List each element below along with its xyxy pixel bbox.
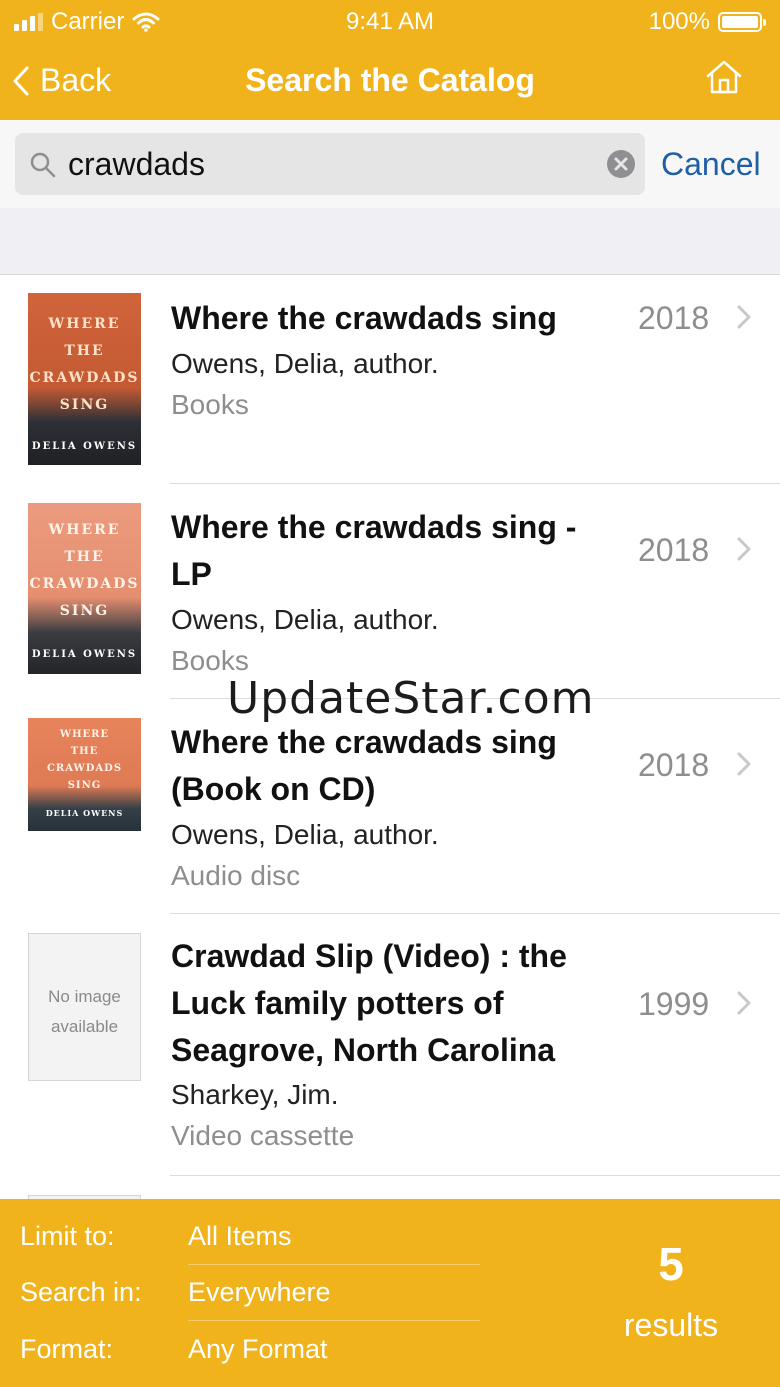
- filter-value: All Items: [188, 1221, 292, 1251]
- search-in-filter[interactable]: Search in: Everywhere: [0, 1265, 480, 1321]
- result-row[interactable]: WHERE THE CRAWDADS SING DELIA OWENS Wher…: [0, 484, 780, 699]
- clear-search-icon[interactable]: [607, 150, 635, 178]
- result-row[interactable]: WHERE THE CRAWDADS SING DELIA OWENS Wher…: [0, 275, 780, 484]
- cover-text: SING: [59, 603, 110, 619]
- results-list: WHERE THE CRAWDADS SING DELIA OWENS Wher…: [0, 275, 780, 1200]
- search-field[interactable]: [15, 133, 645, 195]
- filter-footer: Limit to: All Items Search in: Everywher…: [0, 1199, 780, 1387]
- cover-text: SING: [67, 780, 102, 791]
- result-format: Books: [171, 389, 249, 420]
- result-author: Owens, Delia, author.: [171, 819, 439, 850]
- home-button[interactable]: [706, 60, 742, 99]
- result-author: Sharkey, Jim.: [171, 1079, 339, 1110]
- status-right: 100%: [648, 8, 766, 36]
- result-year: 2018: [638, 532, 710, 568]
- result-format: Books: [171, 645, 249, 676]
- filter-label: Format:: [20, 1334, 114, 1364]
- status-bar: Carrier 9:41 AM 100%: [0, 0, 780, 42]
- no-image-text: available: [50, 1017, 119, 1036]
- chevron-right-icon: [737, 305, 751, 329]
- back-button[interactable]: Back: [12, 62, 111, 99]
- book-cover-image: WHERE THE CRAWDADS SING DELIA OWENS: [28, 718, 141, 831]
- nav-bar: Back Search the Catalog: [0, 42, 780, 120]
- cover-text: WHERE: [48, 316, 121, 332]
- result-row-partial[interactable]: [0, 1176, 780, 1200]
- result-row[interactable]: WHERE THE CRAWDADS SING DELIA OWENS Wher…: [0, 699, 780, 914]
- book-cover-image: WHERE THE CRAWDADS SING DELIA OWENS: [28, 293, 141, 465]
- cover-text: CRAWDADS: [29, 576, 140, 592]
- chevron-left-icon: [13, 66, 29, 95]
- filter-value: Everywhere: [188, 1277, 331, 1307]
- battery-percent: 100%: [648, 8, 710, 35]
- result-format: Video cassette: [171, 1120, 355, 1151]
- limit-to-filter[interactable]: Limit to: All Items: [0, 1209, 480, 1265]
- page-title: Search the Catalog: [245, 62, 535, 98]
- result-author: Owens, Delia, author.: [171, 604, 439, 635]
- cover-author: DELIA OWENS: [31, 649, 138, 660]
- result-year: 2018: [638, 747, 710, 783]
- filter-value: Any Format: [188, 1334, 328, 1364]
- cover-text: CRAWDADS: [29, 370, 140, 386]
- chevron-right-icon: [737, 991, 751, 1015]
- result-title: Where the crawdads sing - LP: [171, 509, 577, 592]
- no-image-text: No image: [48, 987, 121, 1006]
- result-author: Owens, Delia, author.: [171, 348, 439, 379]
- results-count-label: results: [623, 1307, 719, 1343]
- cover-author: DELIA OWENS: [45, 808, 124, 818]
- cover-text: THE: [64, 549, 105, 565]
- cover-text: SING: [59, 397, 110, 413]
- result-title: Where the crawdads sing (Book on CD): [171, 724, 557, 807]
- filter-label: Search in:: [20, 1277, 142, 1307]
- cover-author: DELIA OWENS: [31, 441, 138, 452]
- result-title: Crawdad Slip (Video) : the Luck family p…: [171, 938, 567, 1068]
- cover-text: THE: [70, 746, 99, 757]
- search-input[interactable]: [68, 139, 588, 189]
- result-title: Where the crawdads sing: [171, 300, 557, 336]
- chevron-right-icon: [737, 752, 751, 776]
- back-label: Back: [40, 62, 112, 98]
- result-format: Audio disc: [171, 860, 301, 891]
- home-icon: [706, 60, 742, 94]
- cover-text: CRAWDADS: [46, 763, 123, 774]
- book-cover-image: WHERE THE CRAWDADS SING DELIA OWENS: [28, 503, 141, 674]
- filter-label: Limit to:: [20, 1221, 115, 1251]
- search-bar: Cancel: [0, 120, 780, 209]
- battery-icon: [718, 12, 766, 32]
- results-count: 5: [658, 1238, 684, 1290]
- search-icon: [30, 152, 56, 178]
- cover-text: WHERE: [48, 522, 121, 538]
- cancel-button[interactable]: Cancel: [661, 146, 761, 183]
- filter-divider: [188, 1320, 480, 1321]
- format-filter[interactable]: Format: Any Format: [0, 1322, 480, 1378]
- cover-text: THE: [64, 343, 105, 359]
- list-header-spacer: [0, 208, 780, 275]
- cover-text: WHERE: [59, 729, 110, 740]
- chevron-right-icon: [737, 537, 751, 561]
- result-row[interactable]: No image available Crawdad Slip (Video) …: [0, 914, 780, 1176]
- result-year: 1999: [638, 986, 710, 1022]
- result-year: 2018: [638, 300, 710, 336]
- no-image-placeholder: No image available: [28, 933, 141, 1081]
